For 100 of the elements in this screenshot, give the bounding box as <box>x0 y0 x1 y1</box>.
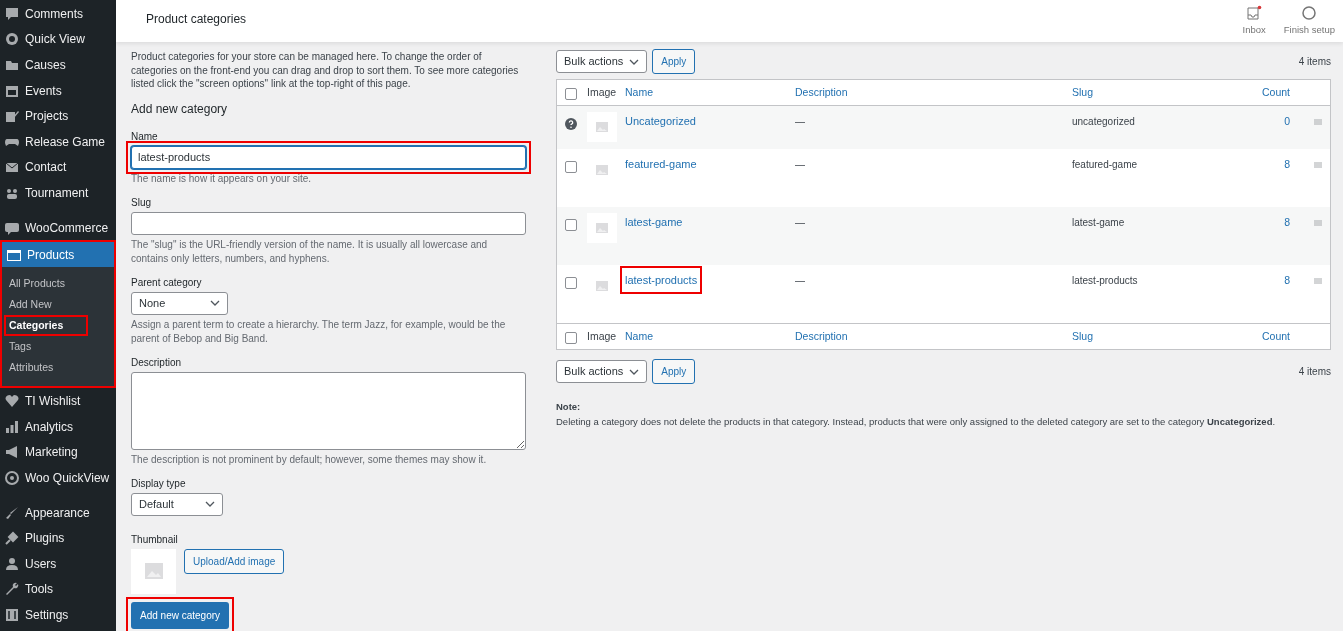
submenu-item[interactable]: Categories <box>4 315 88 337</box>
sidebar-item[interactable]: Appearance <box>0 499 116 526</box>
submenu-item[interactable]: Attributes <box>4 357 88 379</box>
chevron-icon <box>629 58 640 65</box>
sidebar-item[interactable]: Products <box>2 242 114 268</box>
folder-icon <box>5 58 19 72</box>
column-header: Image <box>587 328 618 344</box>
upload-image-button[interactable]: Upload/Add image <box>184 548 285 574</box>
help-text: Assign a parent term to create a hierarchy. The term Jazz, for example, would be the parent of Bebop and Big Band. <box>131 317 507 346</box>
header-action[interactable]: Finish setup <box>1283 4 1335 38</box>
column-header[interactable]: Slug <box>1072 84 1242 101</box>
display-type-select[interactable]: Default <box>131 492 223 516</box>
header-action[interactable]: Inbox <box>1242 4 1266 38</box>
column-header[interactable]: Description <box>795 84 1072 101</box>
category-link[interactable]: featured-game <box>625 158 697 170</box>
sidebar-item[interactable]: TI Wishlist <box>0 388 116 414</box>
field-label: Description <box>131 355 183 370</box>
sidebar-item[interactable]: Comments <box>0 1 116 27</box>
add-category-button[interactable]: Add new category <box>131 601 230 629</box>
sidebar-item[interactable]: WooCommerce <box>0 214 116 241</box>
wrench-icon <box>5 582 19 597</box>
count-link[interactable]: 8 <box>1284 158 1290 170</box>
select-all-checkbox[interactable] <box>565 87 577 100</box>
sidebar-item[interactable]: Contact <box>0 154 116 181</box>
sidebar-item[interactable]: Tournament <box>0 180 116 206</box>
submenu-item[interactable]: Tags <box>4 336 88 358</box>
speech-bubble-icon <box>5 6 19 21</box>
submenu-item[interactable]: Add New <box>4 294 88 316</box>
item-count: 4 items <box>1298 365 1331 379</box>
submenu-item[interactable]: All Products <box>4 273 88 295</box>
apply-button[interactable]: Apply <box>652 359 696 384</box>
intro-text: Product categories for your store can be managed here. To change the order of categories on the front-end you can drag and drop to sort them. To see more categories listed click the "screen options" link at the top-right of this page. <box>131 50 520 91</box>
field-label: Slug <box>131 195 152 210</box>
bar-chart-icon <box>5 419 19 434</box>
description-field[interactable] <box>131 371 526 450</box>
sidebar-item[interactable]: Analytics <box>0 413 116 440</box>
sidebar-item[interactable]: Tools <box>0 576 116 603</box>
column-header[interactable]: Count <box>1242 84 1290 101</box>
category-link[interactable]: latest-game <box>625 216 683 228</box>
brush-icon <box>5 505 19 520</box>
section-heading: Add new category <box>131 100 229 118</box>
select-all-checkbox[interactable] <box>565 331 577 344</box>
sidebar-item[interactable]: Woo QuickView <box>0 465 116 491</box>
image-icon <box>596 122 608 132</box>
row-checkbox[interactable] <box>565 219 577 231</box>
sidebar-item[interactable]: Release Game <box>0 128 116 155</box>
apply-button[interactable]: Apply <box>652 49 696 74</box>
table-cell-text: — <box>795 274 806 288</box>
row-checkbox[interactable] <box>565 161 577 173</box>
drag-handle-icon <box>1314 277 1322 284</box>
sidebar-item[interactable]: Users <box>0 550 116 577</box>
drag-handle-icon <box>1314 118 1322 125</box>
help-text: The "slug" is the URL-friendly version of the name. It is usually all lowercase and contains only letters, numbers, and hyphens. <box>131 237 489 266</box>
pencil-icon <box>5 109 19 124</box>
chevron-icon <box>629 368 640 375</box>
drag-handle-icon <box>1314 219 1322 226</box>
image-icon <box>143 562 164 580</box>
help-text: The name is how it appears on your site. <box>131 171 313 186</box>
bulk-actions-select[interactable]: Bulk actions <box>556 50 648 73</box>
bulk-actions-select[interactable]: Bulk actions <box>556 360 648 383</box>
sidebar-item[interactable]: Events <box>0 77 116 104</box>
table-cell-text: — <box>795 216 806 230</box>
name-field[interactable]: latest-products <box>131 145 526 169</box>
help-text: The description is not prominent by default; however, some themes may show it. <box>131 452 488 467</box>
envelope-icon <box>5 160 19 175</box>
page-title: Product categories <box>146 11 247 28</box>
count-link[interactable]: 8 <box>1284 274 1290 286</box>
column-header[interactable]: Slug <box>1072 328 1242 345</box>
field-label: Thumbnail <box>131 532 179 547</box>
user-icon <box>5 556 19 571</box>
column-header[interactable]: Count <box>1242 328 1290 345</box>
table-cell-text: featured-game <box>1072 158 1139 172</box>
help-icon <box>565 117 577 130</box>
table-cell-text: — <box>795 158 806 172</box>
column-header[interactable]: Name <box>625 328 795 345</box>
image-icon <box>596 165 608 175</box>
count-link[interactable]: 8 <box>1284 216 1290 228</box>
sidebar-item[interactable]: Settings <box>0 602 116 628</box>
circle-icon <box>5 32 19 47</box>
item-count: 4 items <box>1298 55 1331 69</box>
sidebar-item[interactable]: Marketing <box>0 439 116 466</box>
sidebar-item[interactable]: Plugins <box>0 525 116 551</box>
category-link[interactable]: Uncategorized <box>625 115 696 127</box>
column-header[interactable]: Description <box>795 328 1072 345</box>
sidebar-item[interactable]: Causes <box>0 52 116 78</box>
slug-field[interactable] <box>131 211 526 235</box>
count-link[interactable]: 0 <box>1284 115 1290 127</box>
column-header[interactable]: Name <box>625 84 795 101</box>
field-label: Display type <box>131 476 187 491</box>
table-cell-text: latest-products <box>1072 274 1139 288</box>
table-cell-text: — <box>795 115 806 129</box>
row-checkbox[interactable] <box>565 277 577 289</box>
sidebar-item[interactable]: Projects <box>0 103 116 129</box>
drag-handle-icon <box>1314 161 1322 168</box>
sidebar-item[interactable]: Quick View <box>0 26 116 53</box>
parent-select[interactable]: None <box>131 291 228 315</box>
category-link[interactable]: latest-products <box>625 274 698 286</box>
image-icon <box>596 223 608 233</box>
table-cell-text: latest-game <box>1072 216 1126 230</box>
table-cell-text: uncategorized <box>1072 115 1136 129</box>
